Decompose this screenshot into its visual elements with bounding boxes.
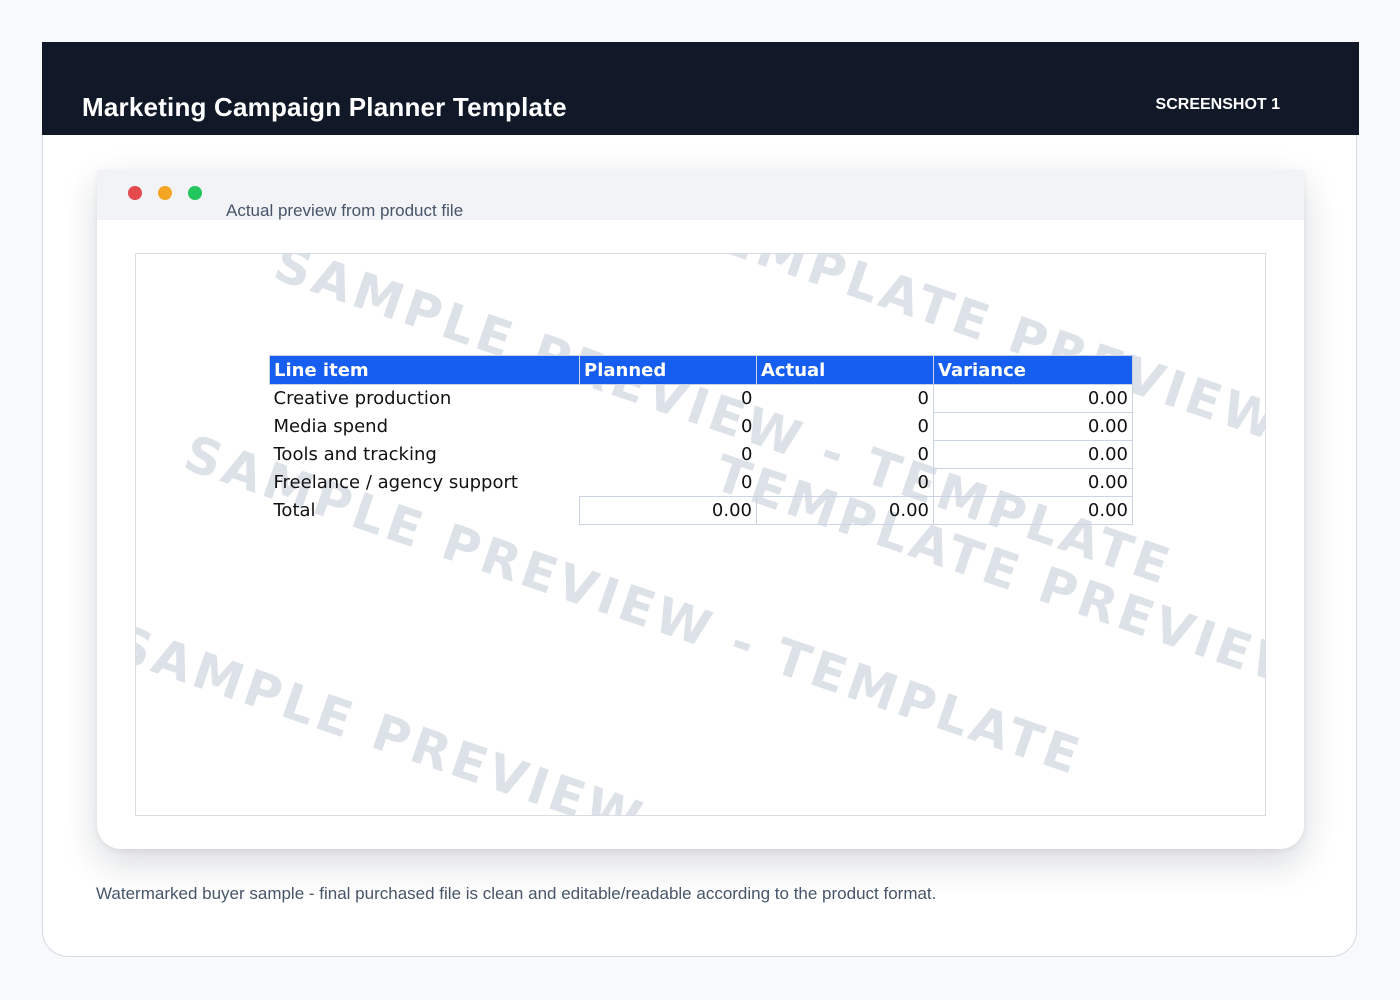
table-row: Tools and tracking 0 0 0.00 xyxy=(270,440,1133,469)
cell-actual[interactable]: 0 xyxy=(757,413,934,441)
window-caption: Actual preview from product file xyxy=(226,201,464,220)
spreadsheet-preview: SAMPLE PREVIEW - TEMPLATE TEMPLATE PREVI… xyxy=(135,253,1266,816)
cell-total-label[interactable]: Total xyxy=(270,497,580,525)
cell-total-variance[interactable]: 0.00 xyxy=(933,496,1133,525)
cell-variance[interactable]: 0.00 xyxy=(933,412,1133,441)
column-header-line-item[interactable]: Line item xyxy=(269,355,580,385)
cell-actual[interactable]: 0 xyxy=(757,469,934,497)
table-total-row: Total 0.00 0.00 0.00 xyxy=(270,496,1133,525)
cell-actual[interactable]: 0 xyxy=(757,441,934,469)
page-title: Marketing Campaign Planner Template xyxy=(82,92,567,122)
footnote-text: Watermarked buyer sample - final purchas… xyxy=(96,884,937,903)
close-dot-icon xyxy=(128,186,142,200)
preview-window: Actual preview from product file SAMPLE … xyxy=(97,170,1304,849)
column-header-variance[interactable]: Variance xyxy=(933,355,1133,385)
cell-planned[interactable]: 0 xyxy=(580,413,757,441)
window-title-bar: Actual preview from product file xyxy=(97,170,1304,220)
column-header-actual[interactable]: Actual xyxy=(756,355,934,385)
cell-total-planned[interactable]: 0.00 xyxy=(579,496,757,525)
table-row: Media spend 0 0 0.00 xyxy=(270,412,1133,441)
minimize-dot-icon xyxy=(158,186,172,200)
cell-line-item[interactable]: Creative production xyxy=(270,385,580,413)
watermark-text: SAMPLE PREVIEW - TEMPLATE xyxy=(135,614,1021,816)
cell-line-item[interactable]: Tools and tracking xyxy=(270,441,580,469)
cell-planned[interactable]: 0 xyxy=(580,385,757,413)
column-header-planned[interactable]: Planned xyxy=(579,355,757,385)
page-header: Marketing Campaign Planner Template SCRE… xyxy=(42,42,1359,135)
maximize-dot-icon xyxy=(188,186,202,200)
cell-line-item[interactable]: Freelance / agency support xyxy=(270,469,580,497)
table-row: Creative production 0 0 0.00 xyxy=(270,384,1133,413)
cell-planned[interactable]: 0 xyxy=(580,469,757,497)
cell-variance[interactable]: 0.00 xyxy=(933,440,1133,469)
cell-variance[interactable]: 0.00 xyxy=(933,468,1133,497)
table-row: Freelance / agency support 0 0 0.00 xyxy=(270,468,1133,497)
cell-planned[interactable]: 0 xyxy=(580,441,757,469)
table-header-row: Line item Planned Actual Variance xyxy=(269,355,1133,385)
cell-variance[interactable]: 0.00 xyxy=(933,384,1133,413)
budget-table: Line item Planned Actual Variance Creati… xyxy=(269,355,1133,525)
cell-actual[interactable]: 0 xyxy=(757,385,934,413)
screenshot-label: SCREENSHOT 1 xyxy=(1155,96,1280,113)
cell-total-actual[interactable]: 0.00 xyxy=(756,496,934,525)
cell-line-item[interactable]: Media spend xyxy=(270,413,580,441)
